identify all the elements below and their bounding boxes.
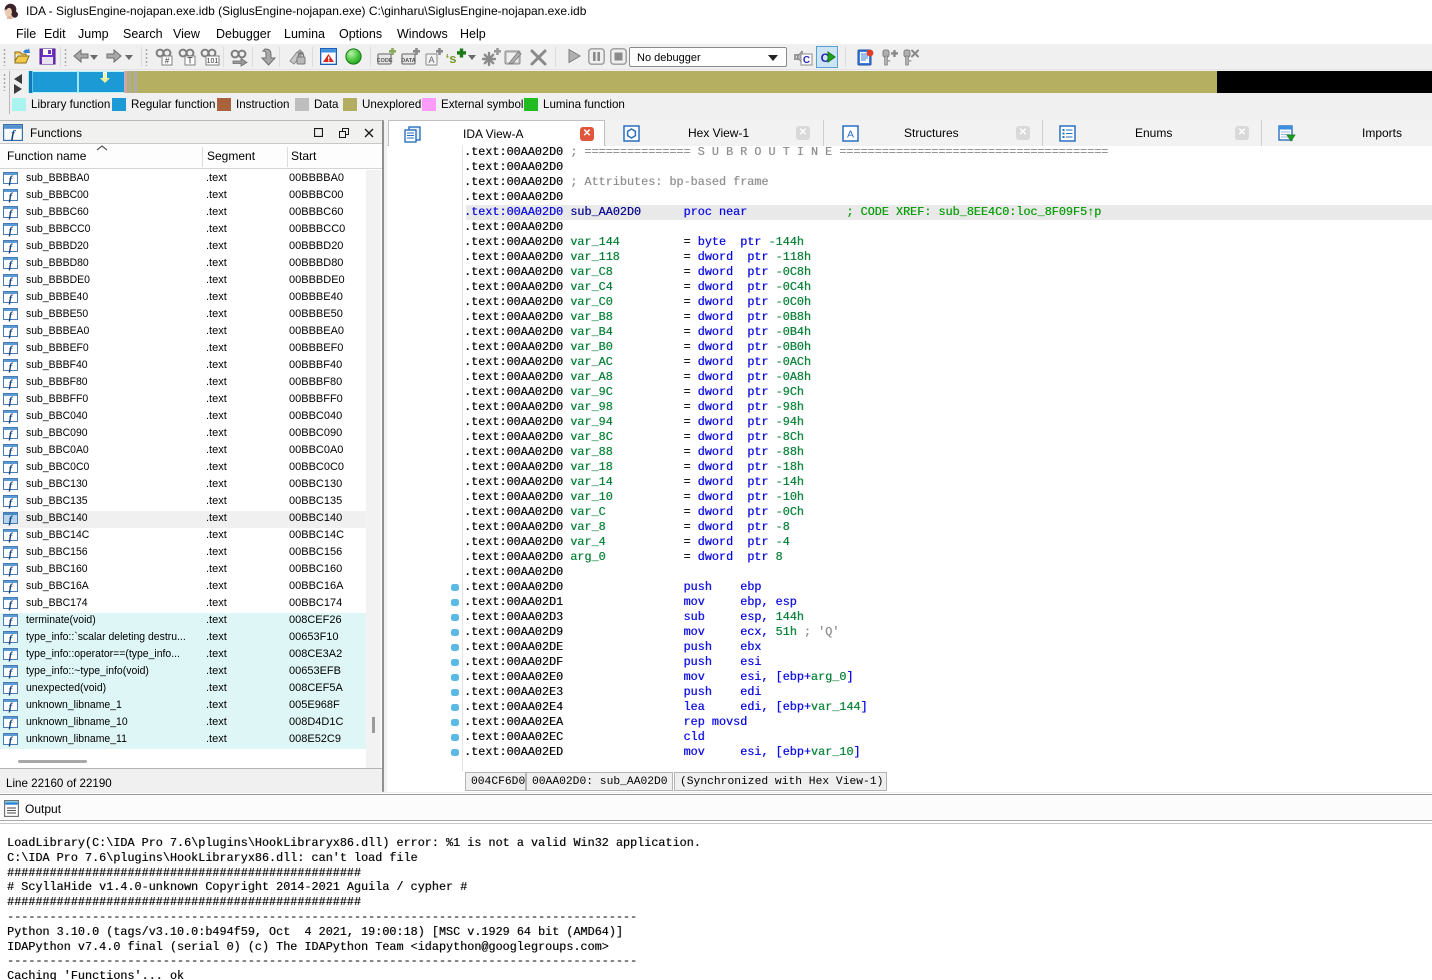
svg-text:#: # bbox=[165, 57, 170, 66]
svg-text:DATA: DATA bbox=[401, 58, 416, 64]
svg-text:101: 101 bbox=[207, 58, 219, 65]
svg-text:T: T bbox=[187, 56, 193, 66]
svg-text:C: C bbox=[803, 55, 810, 66]
svg-text:A: A bbox=[428, 55, 434, 65]
svg-text:CODE: CODE bbox=[377, 58, 393, 64]
svg-text:A: A bbox=[847, 129, 854, 141]
svg-text:‘s: ‘s bbox=[446, 51, 456, 66]
